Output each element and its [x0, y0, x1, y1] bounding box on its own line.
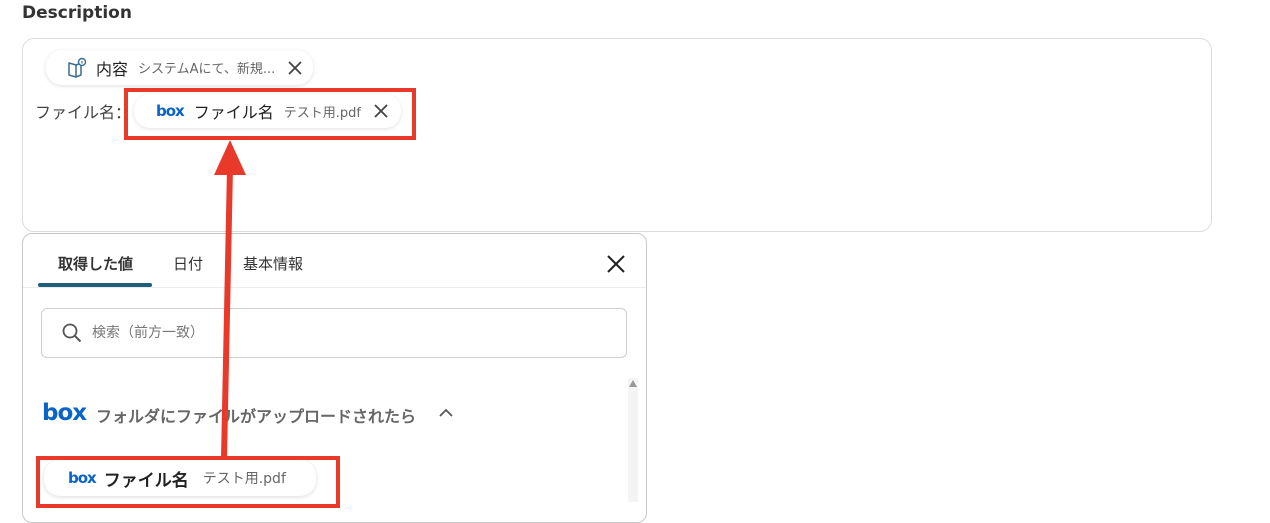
annotation-arrow	[214, 140, 246, 459]
